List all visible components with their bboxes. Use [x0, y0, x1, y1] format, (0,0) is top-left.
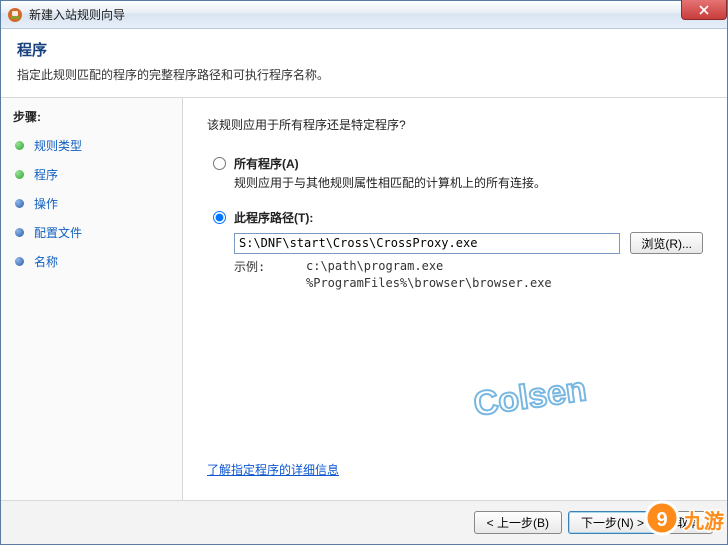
back-button[interactable]: < 上一步(B): [474, 511, 562, 534]
next-button[interactable]: 下一步(N) >: [568, 511, 657, 534]
app-icon: [7, 7, 23, 23]
step-name[interactable]: 名称: [1, 247, 182, 276]
example-label: 示例:: [234, 258, 306, 292]
svg-text:Colsen: Colsen: [471, 370, 589, 423]
step-bullet-icon: [15, 228, 24, 237]
watermark: Colsen: [463, 358, 623, 431]
page-title: 程序: [17, 39, 711, 60]
option-all-desc: 规则应用于与其他规则属性相匹配的计算机上的所有连接。: [234, 174, 703, 191]
main-panel: 该规则应用于所有程序还是特定程序? 所有程序(A) 规则应用于与其他规则属性相匹…: [183, 98, 727, 500]
step-label: 名称: [34, 253, 58, 270]
sidebar-title: 步骤:: [1, 104, 182, 131]
step-label: 操作: [34, 195, 58, 212]
steps-sidebar: 步骤: 规则类型 程序 操作 配置文件 名称: [1, 98, 183, 500]
close-icon: [699, 5, 709, 15]
browse-button[interactable]: 浏览(R)...: [630, 232, 703, 254]
step-bullet-icon: [15, 199, 24, 208]
example-paths: c:\path\program.exe %ProgramFiles%\brows…: [306, 258, 552, 292]
option-program-path: 此程序路径(T): 浏览(R)... 示例: c:\path\program.e…: [207, 209, 703, 292]
page-subtitle: 指定此规则匹配的程序的完整程序路径和可执行程序名称。: [17, 66, 711, 83]
wizard-window: 新建入站规则向导 程序 指定此规则匹配的程序的完整程序路径和可执行程序名称。 步…: [0, 0, 728, 545]
radio-all-programs[interactable]: [213, 157, 226, 170]
program-path-input[interactable]: [234, 233, 620, 254]
wizard-header: 程序 指定此规则匹配的程序的完整程序路径和可执行程序名称。: [1, 29, 727, 98]
question-text: 该规则应用于所有程序还是特定程序?: [207, 116, 703, 133]
step-label: 配置文件: [34, 224, 82, 241]
step-rule-type[interactable]: 规则类型: [1, 131, 182, 160]
step-label: 规则类型: [34, 137, 82, 154]
option-all-label: 所有程序(A): [234, 155, 299, 172]
step-bullet-icon: [15, 170, 24, 179]
cancel-button[interactable]: 取消: [663, 511, 713, 534]
wizard-body: 步骤: 规则类型 程序 操作 配置文件 名称 该规则应用: [1, 98, 727, 500]
close-button[interactable]: [681, 0, 727, 20]
step-bullet-icon: [15, 257, 24, 266]
radio-program-path[interactable]: [213, 211, 226, 224]
step-bullet-icon: [15, 141, 24, 150]
titlebar: 新建入站规则向导: [1, 1, 727, 29]
learn-more-link[interactable]: 了解指定程序的详细信息: [207, 463, 339, 477]
step-program[interactable]: 程序: [1, 160, 182, 189]
window-title: 新建入站规则向导: [29, 6, 125, 23]
wizard-footer: < 上一步(B) 下一步(N) > 取消: [1, 500, 727, 544]
step-label: 程序: [34, 166, 58, 183]
step-action[interactable]: 操作: [1, 189, 182, 218]
option-path-label: 此程序路径(T):: [234, 209, 313, 226]
step-profile[interactable]: 配置文件: [1, 218, 182, 247]
option-all-programs: 所有程序(A) 规则应用于与其他规则属性相匹配的计算机上的所有连接。: [207, 155, 703, 191]
